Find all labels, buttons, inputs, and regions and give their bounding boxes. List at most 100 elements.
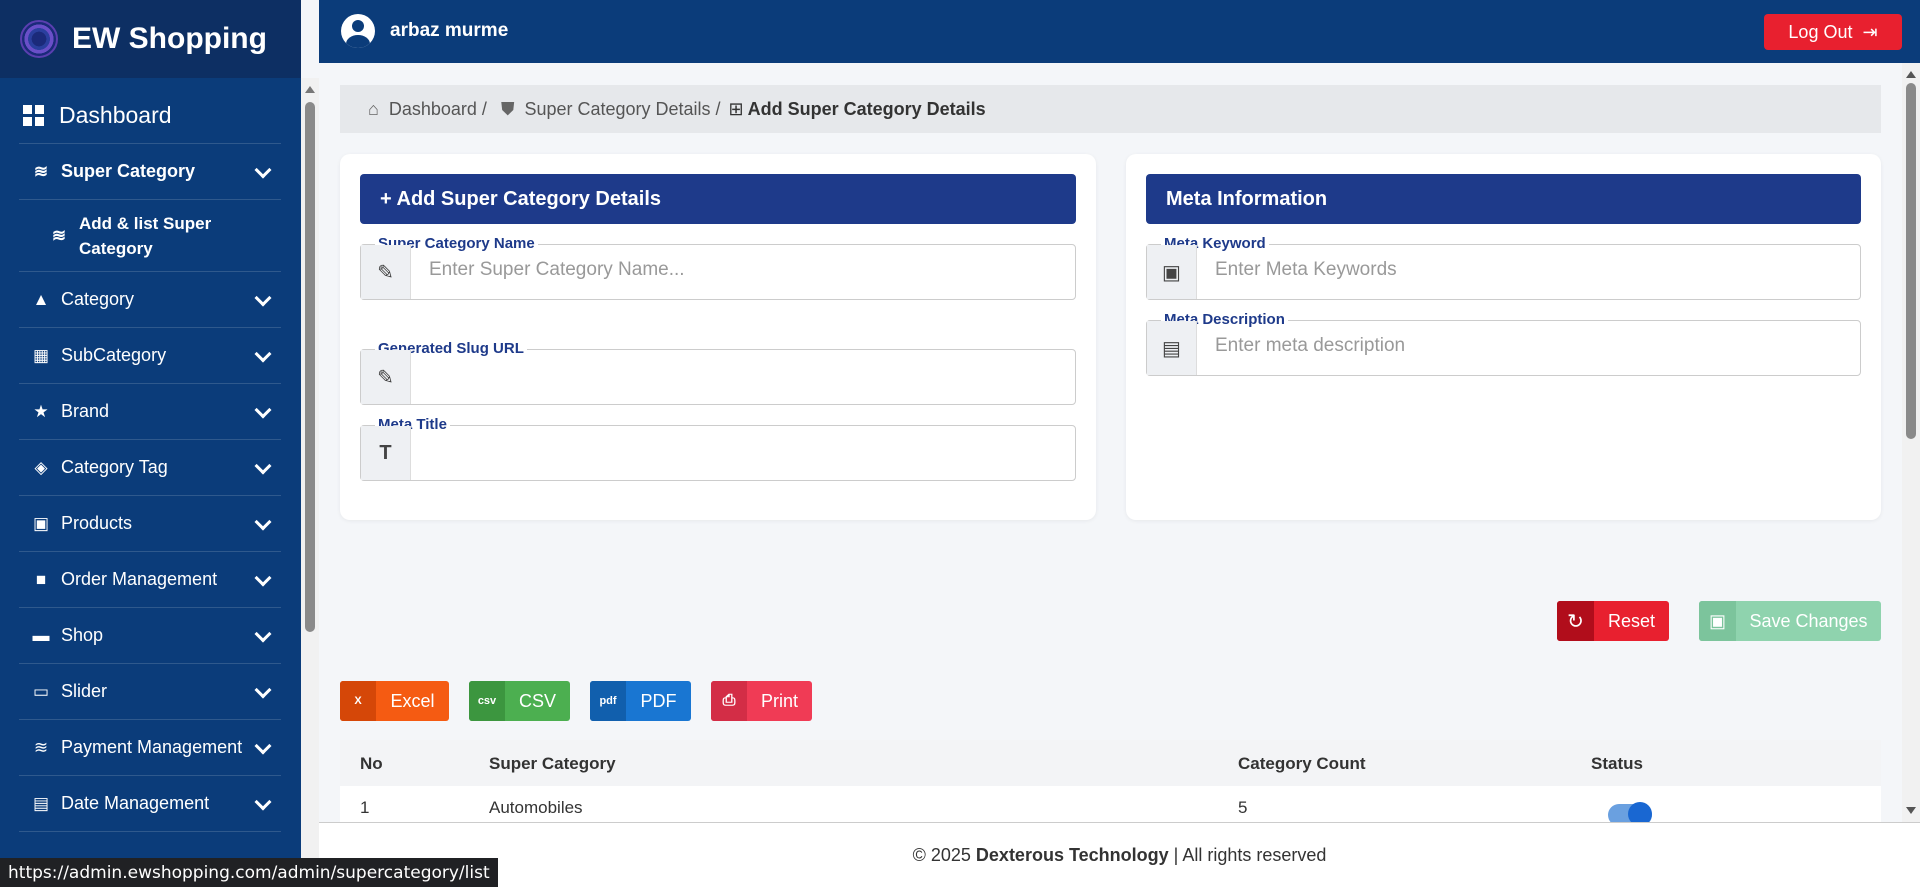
slug-url-field[interactable]: Generated Slug URL ✎ [360,340,1076,405]
sidebar-item-date-management[interactable]: ▤ Date Management [19,776,281,832]
sidebar-item-subcategory[interactable]: ▦ SubCategory [19,328,281,384]
sidebar-nav: Dashboard ≋ Super Category ≋ Add & list … [19,88,281,832]
meta-description-field[interactable]: Meta Description ▤ [1146,311,1861,376]
chevron-down-icon [254,401,272,419]
status-toggle[interactable] [1608,802,1652,822]
scrollbar-thumb[interactable] [1906,83,1916,439]
layers-icon: ≋ [33,737,49,757]
sidebar: EW Shopping Dashboard ≋ Super Category ≋… [0,0,301,887]
keyword-icon: ▣ [1147,245,1197,299]
plus-square-icon: ⊞ [728,98,744,119]
sidebar-item-label: Super Category [61,161,196,181]
csv-icon: csv [469,681,505,721]
column-header[interactable]: Super Category [489,754,616,774]
sidebar-item-label: Shop [61,625,104,645]
reset-button[interactable]: ↻ Reset [1557,601,1669,641]
reset-label: Reset [1607,610,1656,631]
brand-name: EW Shopping [72,22,267,55]
export-pdf-button[interactable]: pdf PDF [590,681,691,721]
sign-out-icon: ⇥ [1862,21,1878,42]
main-scrollbar[interactable] [1902,63,1920,822]
shapes-icon: ▲ [32,289,50,309]
sidebar-item-category[interactable]: ▲ Category [19,272,281,328]
sidebar-item-order-management[interactable]: ■ Order Management [19,552,281,608]
meta-title-field[interactable]: Meta Title T [360,416,1076,481]
sidebar-item-label: Dashboard [59,102,172,128]
chevron-down-icon [254,681,272,699]
sidebar-item-products[interactable]: ▣ Products [19,496,281,552]
sidebar-subitem-add-list-super-category[interactable]: ≋ Add & list Super Category [19,200,281,272]
pdf-icon: pdf [590,681,626,721]
excel-icon: X [340,681,376,721]
form-card-title: + Add Super Category Details [360,174,1076,224]
excel-label: Excel [390,690,435,711]
table-header: No Super Category Category Count Status [340,740,1881,786]
meta-description-input[interactable] [1215,335,1786,357]
column-header[interactable]: Status [1591,754,1643,774]
sidebar-item-label: Slider [61,681,108,701]
sidebar-item-label: Payment Management [61,737,243,757]
user-name: arbaz murme [390,20,509,41]
sidebar-item-dashboard[interactable]: Dashboard [19,88,281,144]
chevron-down-icon [254,457,272,475]
dashboard-icon [23,104,45,127]
footer-copyright: © 2025 [912,845,971,865]
brand-logo-icon [20,20,58,58]
sidebar-item-shop[interactable]: ▬ Shop [19,608,281,664]
chevron-down-icon [254,289,272,307]
sidebar-item-label: Category [61,289,135,309]
box-open-icon: ▣ [32,513,50,533]
user-avatar-icon[interactable] [341,14,375,48]
layers-icon: ≋ [51,226,67,245]
super-category-name-field[interactable]: Super Category Name ✎ [360,235,1076,300]
sidebar-item-label: Products [61,513,133,533]
meta-keyword-input[interactable] [1215,259,1786,281]
sidebar-item-category-tag[interactable]: ◈ Category Tag [19,440,281,496]
breadcrumb-parent[interactable]: Super Category Details / [524,99,720,120]
save-icon: ▣ [1699,601,1736,641]
logout-button[interactable]: Log Out ⇥ [1764,14,1902,50]
sidebar-item-label: Date Management [61,793,210,813]
refresh-icon: ↻ [1557,601,1594,641]
sidebar-item-payment-management[interactable]: ≋ Payment Management [19,720,281,776]
chevron-down-icon [254,793,272,811]
sidebar-scrollbar[interactable] [301,78,319,887]
column-header[interactable]: No [360,754,383,774]
scroll-down-icon[interactable] [1906,807,1916,814]
cell-super-category: Automobiles [489,798,583,817]
chevron-down-icon [254,625,272,643]
sidebar-item-label: Category Tag [61,457,168,477]
meta-title-input[interactable] [429,440,1001,462]
footer-company: Dexterous Technology [975,845,1169,865]
scrollbar-thumb[interactable] [305,102,315,632]
footer-rights: | All rights reserved [1173,845,1327,865]
save-label: Save Changes [1749,610,1868,631]
sidebar-item-slider[interactable]: ▭ Slider [19,664,281,720]
status-bar-url: https://admin.ewshopping.com/admin/super… [0,858,498,887]
logout-label: Log Out [1788,21,1853,42]
super-category-form-card: + Add Super Category Details Super Categ… [340,154,1096,520]
brand[interactable]: EW Shopping [0,0,301,78]
breadcrumb-home[interactable]: Dashboard / [389,99,487,120]
meta-keyword-field[interactable]: Meta Keyword ▣ [1146,235,1861,300]
save-changes-button[interactable]: ▣ Save Changes [1699,601,1881,641]
super-category-table: No Super Category Category Count Status … [340,740,1881,822]
super-category-name-input[interactable] [429,259,1001,281]
export-csv-button[interactable]: csv CSV [469,681,570,721]
scroll-up-icon[interactable] [305,86,315,93]
layers-icon: ≋ [33,161,49,181]
chevron-down-icon [254,161,272,179]
star-icon: ★ [33,401,49,421]
table-row: 1 Automobiles 5 [340,786,1881,822]
sidebar-item-super-category[interactable]: ≋ Super Category [19,144,281,200]
meta-information-card: Meta Information Meta Keyword ▣ Meta Des… [1126,154,1881,520]
scroll-up-icon[interactable] [1906,71,1916,78]
sidebar-item-brand[interactable]: ★ Brand [19,384,281,440]
export-excel-button[interactable]: X Excel [340,681,449,721]
print-button[interactable]: ⎙ Print [711,681,812,721]
slug-url-input[interactable] [429,364,1001,386]
chevron-down-icon [254,569,272,587]
images-icon: ▭ [32,681,50,701]
column-header[interactable]: Category Count [1238,754,1366,774]
pdf-label: PDF [640,690,677,711]
